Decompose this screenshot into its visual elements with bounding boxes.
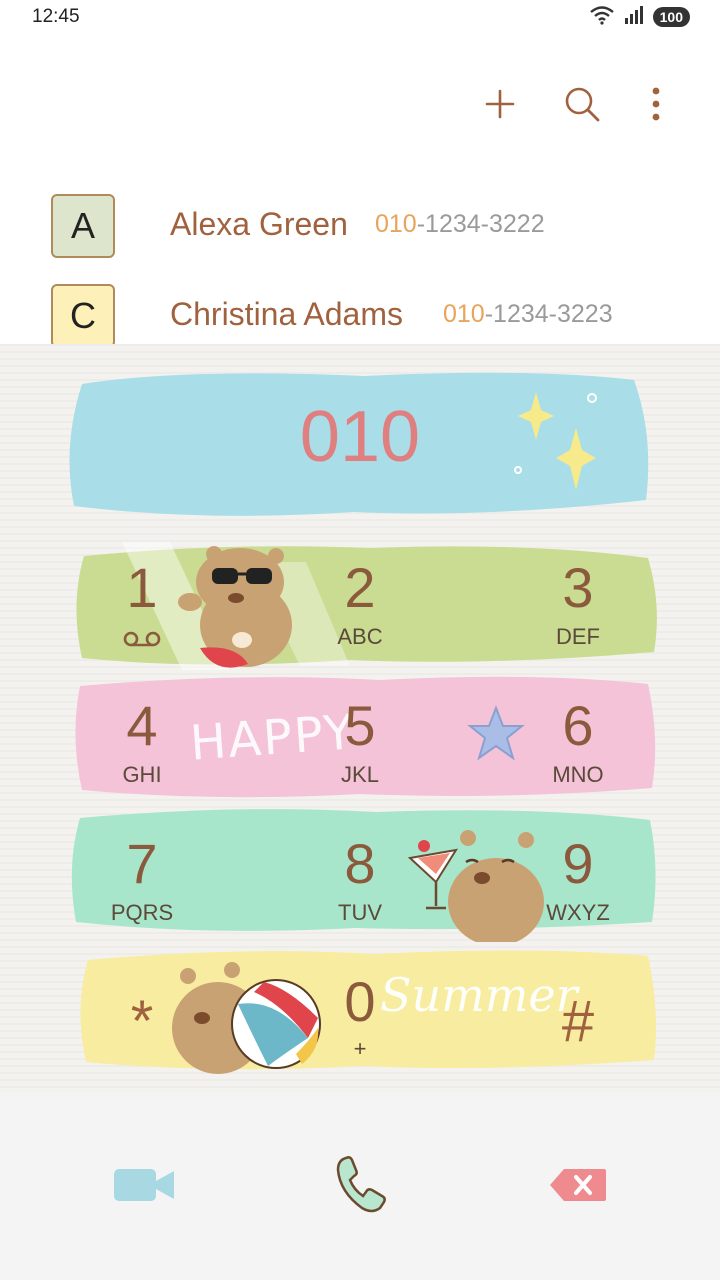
- video-call-icon: [114, 1169, 174, 1201]
- key-0[interactable]: 0 +: [290, 972, 430, 1062]
- more-options-button[interactable]: [634, 82, 678, 126]
- key-letters: WXYZ: [546, 900, 610, 925]
- key-digit: 3: [562, 556, 594, 619]
- call-button[interactable]: [320, 1150, 400, 1220]
- number-rest: -1234-3222: [416, 210, 545, 238]
- key-letters: TUV: [338, 900, 382, 925]
- key-9[interactable]: 9 WXYZ: [508, 834, 648, 926]
- dialpad: 010 HAPPY Summer 1 2 ABC 3 DEF 4 GHI 5 J…: [0, 344, 720, 1092]
- more-vert-icon: [652, 87, 660, 121]
- search-button[interactable]: [560, 82, 604, 126]
- status-time: 12:45: [32, 6, 80, 27]
- contact-number: 010-1234-3223: [443, 300, 613, 329]
- key-digit: 1: [126, 556, 158, 619]
- wifi-icon: [589, 5, 615, 29]
- dial-input[interactable]: 010: [0, 396, 720, 478]
- search-icon: [565, 87, 600, 122]
- avatar: A: [51, 194, 115, 258]
- contact-number: 010-1234-3222: [375, 210, 545, 239]
- signal-icon: [623, 5, 645, 29]
- backspace-button[interactable]: [538, 1150, 618, 1220]
- key-digit: 7: [126, 832, 158, 895]
- key-digit: *: [130, 989, 154, 1054]
- key-digit: 0: [344, 970, 376, 1033]
- key-digit: 5: [344, 694, 376, 757]
- key-letters: JKL: [341, 762, 379, 787]
- key-2[interactable]: 2 ABC: [290, 558, 430, 650]
- key-digit: 4: [126, 694, 158, 757]
- key-letters: GHI: [122, 762, 162, 787]
- backspace-icon: [550, 1169, 606, 1201]
- status-bar: 12:45 100: [0, 0, 720, 34]
- key-digit: 8: [344, 832, 376, 895]
- key-digit: 6: [562, 694, 594, 757]
- key-letters: MNO: [552, 762, 604, 787]
- number-match: 010: [375, 210, 417, 238]
- key-letters: ABC: [337, 624, 383, 649]
- contact-name: Christina Adams: [170, 296, 403, 332]
- key-6[interactable]: 6 MNO: [508, 696, 648, 788]
- key-digit: 2: [344, 556, 376, 619]
- video-call-button[interactable]: [104, 1150, 184, 1220]
- add-contact-button[interactable]: [478, 82, 522, 126]
- key-1[interactable]: 1: [72, 558, 212, 652]
- key-star[interactable]: *: [72, 988, 212, 1055]
- key-digit: 9: [562, 832, 594, 895]
- plus-icon: [485, 89, 515, 119]
- number-rest: -1234-3223: [484, 300, 613, 328]
- key-5[interactable]: 5 JKL: [290, 696, 430, 788]
- status-icons: 100: [589, 5, 690, 29]
- key-digit: #: [561, 989, 595, 1054]
- key-hash[interactable]: #: [508, 988, 648, 1055]
- key-3[interactable]: 3 DEF: [508, 558, 648, 650]
- contact-name: Alexa Green: [170, 206, 348, 242]
- battery-indicator: 100: [652, 7, 690, 27]
- key-7[interactable]: 7 PQRS: [72, 834, 212, 926]
- phone-icon: [336, 1156, 386, 1213]
- key-letters: PQRS: [110, 900, 174, 925]
- avatar: C: [51, 284, 115, 348]
- key-4[interactable]: 4 GHI: [72, 696, 212, 788]
- key-letters: DEF: [556, 624, 600, 649]
- contact-item-alexa-green[interactable]: A Alexa Green 010-1234-3222: [0, 182, 720, 270]
- key-8[interactable]: 8 TUV: [290, 834, 430, 926]
- number-match: 010: [443, 300, 485, 328]
- voicemail-icon: [72, 630, 212, 652]
- key-letters: +: [353, 1036, 367, 1061]
